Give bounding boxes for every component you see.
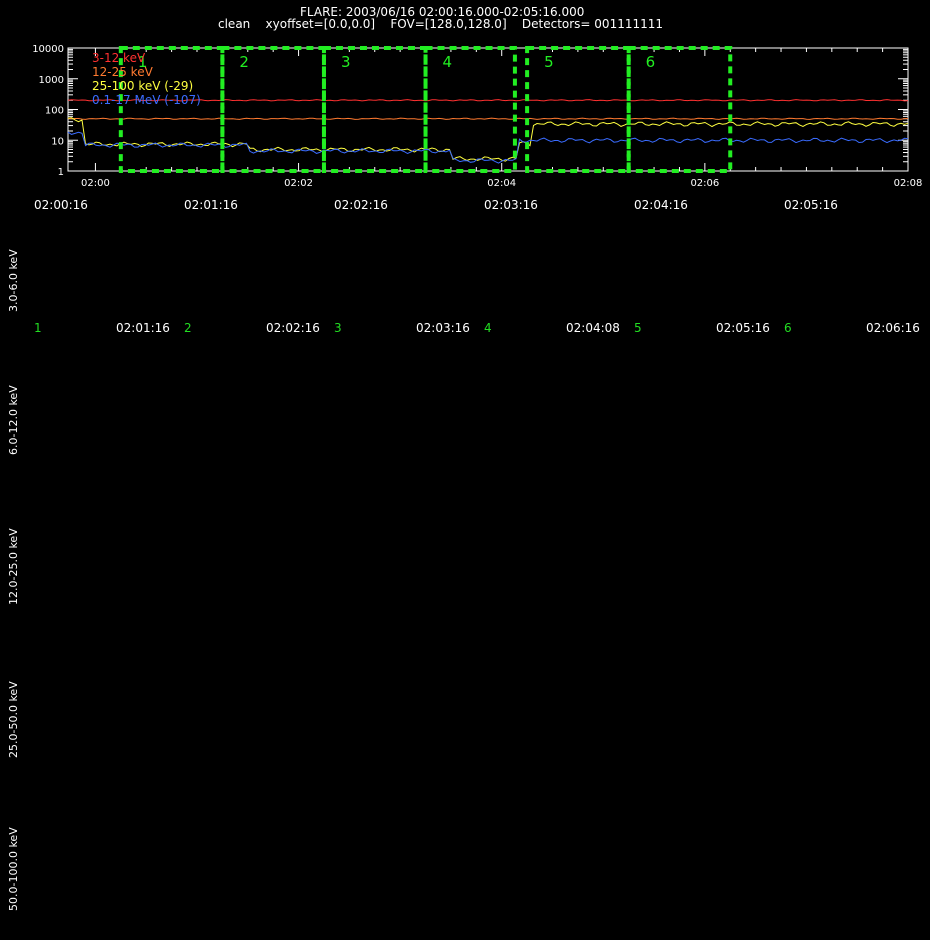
time-label: 02:04:16	[634, 198, 688, 212]
time-label: 02:01:16	[184, 198, 238, 212]
interval-number-label: 1	[34, 321, 42, 335]
y-tick-label: 1000	[39, 75, 64, 86]
energy-band-label: 6.0-12.0 keV	[7, 385, 20, 455]
interval-box	[220, 46, 326, 173]
legend-entry: 25-100 keV (-29)	[92, 79, 193, 93]
series-line	[67, 131, 909, 164]
lightcurve-plot: 1 10 100 1000 10000 02:00 02:02 02:04 02:06 02:08…	[32, 44, 923, 189]
interval-number-label: 3	[334, 321, 342, 335]
interval-time-label: 02:01:16	[116, 321, 170, 335]
interval-time-label: 02:05:16	[716, 321, 770, 335]
energy-band-label: 25.0-50.0 keV	[7, 681, 20, 758]
interval-number-label: 4	[484, 321, 492, 335]
legend-entry: 3-12 keV	[92, 51, 146, 65]
legend-entry: 12-25 keV	[92, 65, 154, 79]
interval-time-label: 02:04:08	[566, 321, 620, 335]
energy-band-label: 50.0-100.0 keV	[7, 827, 20, 911]
time-label: 02:02:16	[334, 198, 388, 212]
series-line	[67, 117, 909, 162]
interval-box	[423, 46, 517, 173]
time-label: 02:05:16	[784, 198, 838, 212]
interval-number-label: 2	[184, 321, 192, 335]
x-tick-label: 02:04	[487, 178, 516, 189]
plot-frame	[67, 47, 909, 172]
interval-time-label: 02:02:16	[266, 321, 320, 335]
interval-time-label: 02:03:16	[416, 321, 470, 335]
x-tick-label: 02:08	[894, 178, 923, 189]
interval-number: 2	[239, 53, 249, 71]
interval-number-label: 6	[784, 321, 792, 335]
interval-number-label: 5	[634, 321, 642, 335]
x-tick-label: 02:02	[284, 178, 313, 189]
interval-number: 3	[341, 53, 351, 71]
y-tick-label: 10000	[32, 44, 64, 55]
y-tick-label: 100	[45, 106, 64, 117]
time-label: 02:00:16	[34, 198, 88, 212]
interval-number: 4	[443, 53, 453, 71]
interval-box	[525, 46, 631, 173]
y-tick-label: 10	[51, 136, 64, 147]
y-tick-label: 1	[58, 167, 64, 178]
energy-band-label: 3.0-6.0 keV	[7, 249, 20, 312]
interval-time-label: 02:06:16	[866, 321, 920, 335]
time-label: 02:03:16	[484, 198, 538, 212]
energy-band-label: 12.0-25.0 keV	[7, 528, 20, 605]
interval-box	[626, 46, 733, 173]
x-tick-label: 02:06	[690, 178, 719, 189]
interval-number: 6	[646, 53, 656, 71]
series-line	[67, 117, 909, 120]
x-tick-label: 02:00	[81, 178, 110, 189]
legend-entry: 0.1-17 MeV (-107)	[92, 93, 201, 107]
interval-number: 5	[544, 53, 554, 71]
